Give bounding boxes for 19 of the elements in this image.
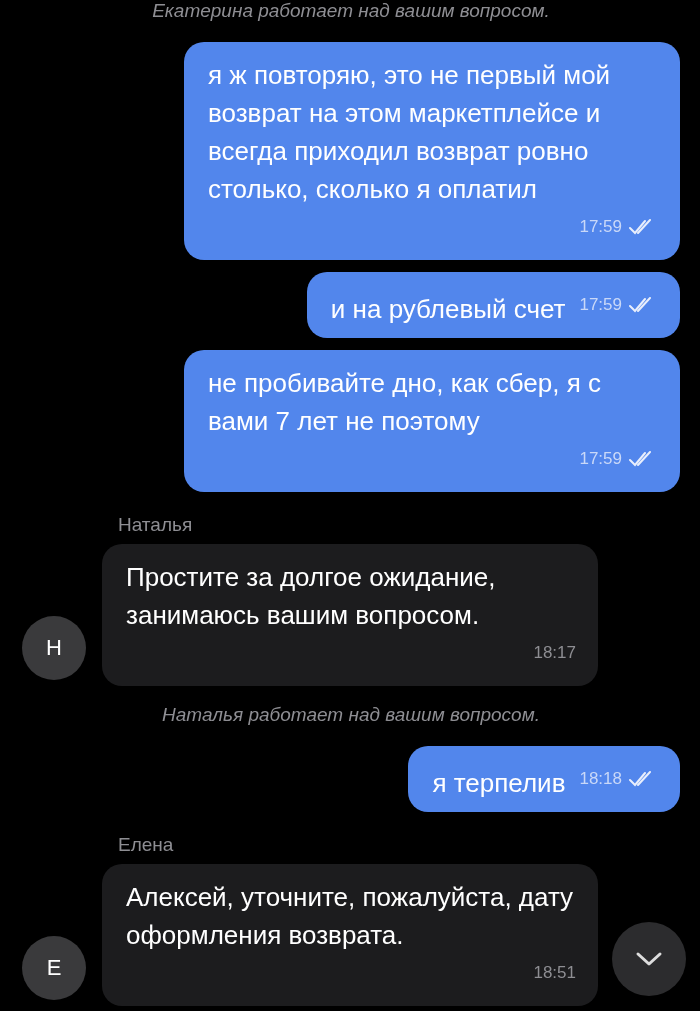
message-time: 17:59	[579, 448, 622, 470]
message-text: не пробивайте дно, как сбер, я с вами 7 лет не поэтому	[208, 367, 602, 438]
message-text: Простите за долгое ожидание, занимаюсь вашим вопросом.	[126, 561, 497, 632]
avatar: Н	[22, 616, 86, 680]
message-text: я терпелив	[432, 767, 566, 800]
message-time: 17:59	[579, 294, 622, 316]
system-message: Екатерина работает над вашим вопросом.	[152, 0, 550, 22]
sender-name: Елена	[118, 834, 175, 856]
system-message: Наталья работает над вашим вопросом.	[162, 704, 540, 726]
sender-name: Наталья	[118, 514, 194, 536]
message-text: я ж повторяю, это не первый мой возврат на этом маркетплейсе и всегда приходил возврат ровно столько, сколько я оплатил	[208, 59, 612, 206]
message-time: 18:51	[533, 962, 576, 984]
message-time: 18:17	[533, 642, 576, 664]
chevron-down-icon	[635, 951, 663, 967]
message-text: и на рублевый счет	[330, 293, 566, 326]
message-time: 17:59	[579, 216, 622, 238]
message-time: 18:18	[579, 768, 622, 790]
message-text: Алексей, уточните, пожалуйста, дату оформления возврата.	[126, 881, 575, 952]
avatar: Е	[22, 936, 86, 1000]
